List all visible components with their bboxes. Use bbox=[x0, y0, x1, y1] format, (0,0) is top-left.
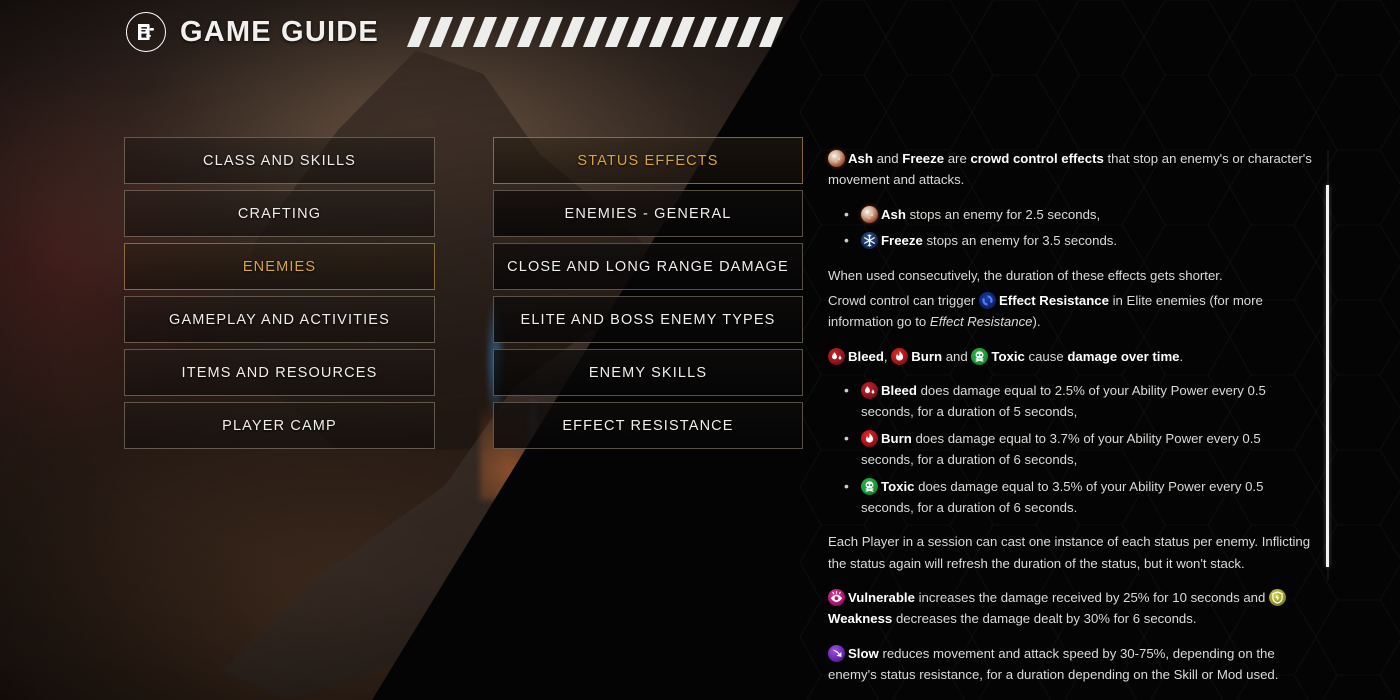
subcategory-item-elite-and-boss-enemy-types[interactable]: ELITE AND BOSS ENEMY TYPES bbox=[493, 296, 803, 343]
weakness-icon bbox=[1269, 589, 1287, 606]
burn-icon bbox=[891, 347, 909, 365]
term-slow: Slow bbox=[848, 645, 879, 661]
category-item-items-and-resources[interactable]: ITEMS AND RESOURCES bbox=[124, 349, 435, 396]
page-header: GAME GUIDE bbox=[126, 8, 783, 56]
text-close-paren: ). bbox=[1032, 314, 1041, 330]
category-item-class-and-skills[interactable]: CLASS AND SKILLS bbox=[124, 137, 435, 184]
stripe bbox=[406, 17, 431, 47]
bleed-icon bbox=[828, 347, 845, 365]
category-menu: CLASS AND SKILLS CRAFTING ENEMIES GAMEPL… bbox=[124, 137, 435, 449]
term-weakness: Weakness bbox=[828, 611, 893, 627]
stripe bbox=[472, 17, 497, 47]
guide-content-panel: Ash and Freeze are crowd control effects… bbox=[828, 148, 1314, 699]
term-crowd-control-effects: crowd control effects bbox=[970, 151, 1104, 166]
subcategory-item-status-effects[interactable]: STATUS EFFECTS bbox=[493, 137, 803, 184]
subcategory-item-effect-resistance[interactable]: EFFECT RESISTANCE bbox=[493, 402, 803, 449]
toxic-icon bbox=[971, 347, 989, 365]
slow-icon bbox=[828, 644, 845, 662]
text-trigger-prefix: Crowd control can trigger bbox=[828, 292, 979, 308]
list-item: Ash stops an enemy for 2.5 seconds, bbox=[828, 203, 1314, 226]
term-burn: Burn bbox=[881, 430, 912, 446]
link-effect-resistance[interactable]: Effect Resistance bbox=[999, 293, 1109, 308]
term-damage-over-time: damage over time bbox=[1067, 348, 1180, 364]
paragraph-stacking-rules: Each Player in a session can cast one in… bbox=[828, 534, 1311, 571]
bullet-text: does damage equal to 2.5% of your Abilit… bbox=[861, 383, 1266, 420]
guide-book-icon bbox=[126, 12, 166, 52]
reference-effect-resistance: Effect Resistance bbox=[929, 314, 1033, 330]
text-cause: cause bbox=[1024, 348, 1068, 364]
bullet-text: stops an enemy for 2.5 seconds, bbox=[905, 206, 1101, 222]
stripe bbox=[560, 17, 585, 47]
stripe bbox=[582, 17, 607, 47]
category-item-player-camp[interactable]: PLAYER CAMP bbox=[124, 402, 435, 449]
content-scrollbar-thumb[interactable] bbox=[1326, 185, 1329, 567]
header-stripe-decoration bbox=[406, 15, 783, 49]
stripe bbox=[494, 17, 519, 47]
burn-icon bbox=[861, 429, 878, 447]
list-item: Toxic does damage equal to 3.5% of your … bbox=[828, 475, 1314, 519]
text-and: and bbox=[872, 151, 903, 166]
subcategory-item-enemies-general[interactable]: ENEMIES - GENERAL bbox=[493, 190, 803, 237]
stripe bbox=[692, 17, 717, 47]
crowd-control-bullet-list: Ash stops an enemy for 2.5 seconds, Free… bbox=[828, 203, 1314, 252]
paragraph-vulnerable-weakness: Vulnerable increases the damage received… bbox=[828, 587, 1314, 630]
stripe bbox=[450, 17, 475, 47]
term-toxic: Toxic bbox=[991, 348, 1025, 364]
text-and: and bbox=[942, 348, 972, 364]
freeze-icon bbox=[861, 232, 878, 250]
category-item-crafting[interactable]: CRAFTING bbox=[124, 190, 435, 237]
effect-resistance-icon bbox=[979, 291, 996, 309]
page-title: GAME GUIDE bbox=[180, 15, 379, 48]
bullet-text: does damage equal to 3.7% of your Abilit… bbox=[861, 430, 1261, 468]
text-vulnerable-effect: increases the damage received by 25% for… bbox=[914, 590, 1270, 605]
stripe bbox=[428, 17, 453, 47]
text-period: . bbox=[1179, 348, 1184, 364]
text-sep: , bbox=[883, 348, 892, 364]
category-item-enemies[interactable]: ENEMIES bbox=[124, 243, 435, 290]
paragraph-crowd-control-intro: Ash and Freeze are crowd control effects… bbox=[828, 148, 1314, 191]
stripe bbox=[538, 17, 563, 47]
stripe bbox=[516, 17, 541, 47]
damage-over-time-bullet-list: Bleed does damage equal to 2.5% of your … bbox=[828, 379, 1314, 519]
text-slow-effect: reduces movement and attack speed by 30-… bbox=[828, 645, 1279, 683]
paragraph-dot-intro: Bleed, Burn and Toxic cause damage over … bbox=[828, 346, 1314, 367]
term-burn: Burn bbox=[911, 348, 943, 364]
stripe bbox=[714, 17, 739, 47]
stripe bbox=[648, 17, 673, 47]
list-item: Freeze stops an enemy for 3.5 seconds. bbox=[828, 229, 1314, 252]
bullet-text: does damage equal to 3.5% of your Abilit… bbox=[861, 478, 1264, 515]
paragraph-slow: Slow reduces movement and attack speed b… bbox=[828, 643, 1314, 686]
bullet-text: stops an enemy for 3.5 seconds. bbox=[922, 233, 1118, 249]
term-freeze: Freeze bbox=[881, 233, 923, 249]
paragraph-effect-resistance: Crowd control can trigger Effect Resista… bbox=[828, 290, 1314, 333]
toxic-icon bbox=[861, 477, 878, 495]
stripe bbox=[604, 17, 629, 47]
stripe bbox=[736, 17, 761, 47]
term-freeze: Freeze bbox=[902, 151, 945, 166]
list-item: Burn does damage equal to 3.7% of your A… bbox=[828, 427, 1314, 471]
term-vulnerable: Vulnerable bbox=[848, 590, 915, 605]
term-ash: Ash bbox=[881, 206, 906, 222]
text-are: are bbox=[944, 151, 971, 166]
category-item-gameplay-and-activities[interactable]: GAMEPLAY AND ACTIVITIES bbox=[124, 296, 435, 343]
term-toxic: Toxic bbox=[881, 478, 915, 494]
list-item: Bleed does damage equal to 2.5% of your … bbox=[828, 379, 1314, 423]
stripe bbox=[670, 17, 695, 47]
paragraph-duration-note: When used consecutively, the duration of… bbox=[828, 267, 1223, 283]
stripe bbox=[626, 17, 651, 47]
subcategory-menu: STATUS EFFECTS ENEMIES - GENERAL CLOSE A… bbox=[493, 137, 803, 449]
term-ash: Ash bbox=[848, 151, 873, 166]
term-bleed: Bleed bbox=[881, 383, 917, 398]
text-weakness-effect: decreases the damage dealt by 30% for 6 … bbox=[892, 611, 1197, 627]
ash-icon bbox=[828, 150, 845, 167]
vulnerable-icon bbox=[828, 589, 845, 606]
subcategory-item-close-and-long-range-damage[interactable]: CLOSE AND LONG RANGE DAMAGE bbox=[493, 243, 803, 290]
bleed-icon bbox=[861, 382, 878, 399]
term-bleed: Bleed bbox=[848, 348, 884, 364]
subcategory-item-enemy-skills[interactable]: ENEMY SKILLS bbox=[493, 349, 803, 396]
ash-icon bbox=[861, 205, 878, 223]
